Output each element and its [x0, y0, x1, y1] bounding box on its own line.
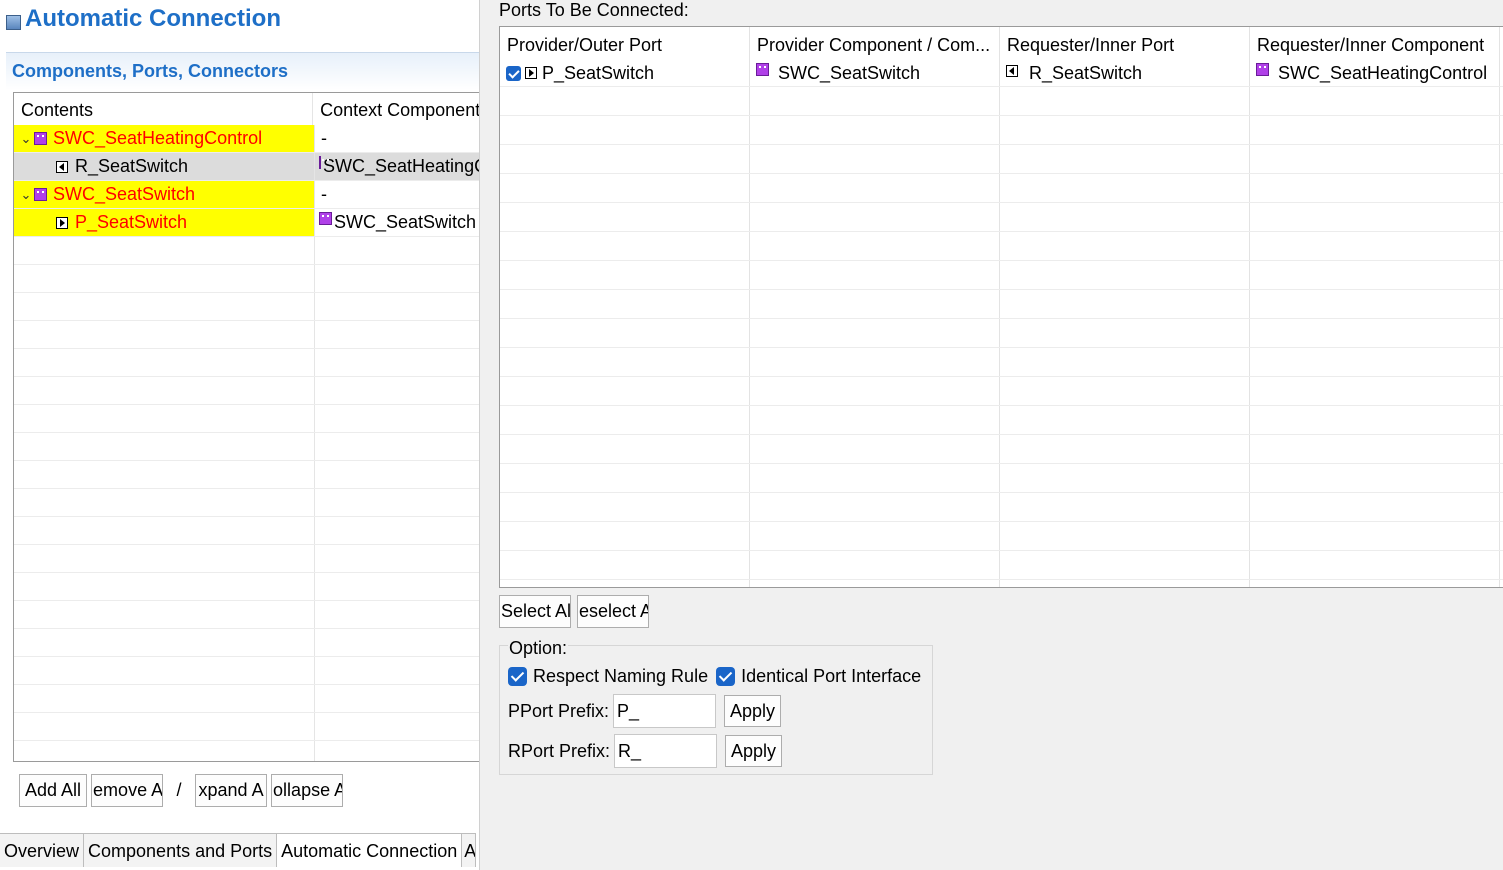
editor-title: Automatic Connection	[6, 4, 281, 34]
component-icon	[319, 156, 329, 169]
rport-prefix-row: RPort Prefix: Apply	[508, 734, 783, 768]
column-header-provider-port[interactable]: Provider/Outer Port	[500, 27, 750, 59]
tab-automatic-connection[interactable]: Automatic Connection	[277, 834, 463, 867]
connection-icon	[6, 14, 21, 30]
editor-title-text: Automatic Connection	[25, 5, 281, 32]
deselect-all-button[interactable]: eselect A	[577, 595, 649, 628]
tab-overview[interactable]: Overview	[0, 834, 85, 867]
pport-prefix-label: PPort Prefix:	[508, 700, 610, 721]
section-header[interactable]: Components, Ports, Connectors	[6, 52, 479, 90]
pport-prefix-input[interactable]	[613, 694, 717, 728]
tree-row[interactable]: ⌄ SWC_SeatSwitch -	[14, 181, 479, 209]
select-buttons: Select Al eselect A	[499, 595, 649, 628]
requester-port-cell: R_SeatSwitch	[1029, 62, 1143, 83]
auto-connect-dialog: Ports To Be Connected: Provider/Outer Po…	[479, 0, 1503, 870]
add-all-button[interactable]: Add All	[19, 773, 88, 807]
identical-port-interface-label[interactable]: Identical Port Interface	[741, 666, 921, 687]
tree-row[interactable]: ⌄ SWC_SeatHeatingControl -	[14, 125, 479, 153]
respect-naming-rule-checkbox[interactable]	[508, 667, 527, 686]
tree-row-label: P_SeatSwitch	[75, 212, 188, 232]
apply-pport-prefix-button[interactable]: Apply	[724, 695, 782, 727]
chevron-down-icon[interactable]: ⌄	[18, 187, 34, 203]
tree-row-label: SWC_SeatHeatingControl	[53, 128, 263, 148]
require-port-icon	[1006, 65, 1018, 77]
components-tree[interactable]: Contents Context Component ⌄ SWC_SeatHea…	[13, 92, 479, 762]
editor-tabs: Overview Components and Ports Automatic …	[0, 833, 477, 867]
section-header-text: Components, Ports, Connectors	[12, 61, 289, 81]
expand-all-button[interactable]: xpand A	[195, 773, 268, 807]
chevron-down-icon[interactable]: ⌄	[18, 131, 34, 147]
tree-row[interactable]: P_SeatSwitch SWC_SeatSwitch	[14, 209, 479, 237]
button-separator: /	[176, 779, 182, 800]
tree-row[interactable]: R_SeatSwitch SWC_SeatHeatingControl	[14, 153, 479, 181]
identical-port-interface-checkbox[interactable]	[716, 667, 736, 686]
pport-prefix-row: PPort Prefix: Apply	[508, 694, 782, 728]
rport-prefix-input[interactable]	[614, 734, 718, 768]
column-header-context-component[interactable]: Context Component	[313, 93, 479, 125]
ports-table[interactable]: Provider/Outer Port Provider Component /…	[499, 26, 1503, 588]
provider-port-cell: P_SeatSwitch	[542, 62, 655, 83]
tab-overflow[interactable]: A	[462, 834, 477, 867]
tree-row-context: -	[321, 184, 327, 204]
tree-buttons: Add All emove A / xpand A ollapse A	[19, 773, 344, 807]
option-checkboxes: Respect Naming Rule Identical Port Inter…	[508, 666, 921, 687]
column-header-requester-component[interactable]: Requester/Inner Component	[1250, 27, 1500, 59]
provider-component-cell: SWC_SeatSwitch	[778, 62, 921, 83]
option-group: Option: Respect Naming Rule Identical Po…	[499, 638, 933, 775]
row-checkbox[interactable]	[506, 65, 521, 81]
tree-row-label: SWC_SeatSwitch	[53, 184, 196, 204]
component-icon	[34, 132, 47, 145]
component-icon	[319, 212, 332, 225]
ports-to-be-connected-label: Ports To Be Connected:	[499, 0, 689, 20]
component-icon	[34, 188, 47, 201]
require-port-icon	[56, 160, 68, 173]
respect-naming-rule-label[interactable]: Respect Naming Rule	[533, 666, 708, 687]
column-header-contents[interactable]: Contents	[14, 93, 314, 125]
tree-row-label: R_SeatSwitch	[75, 156, 189, 176]
ports-table-header: Provider/Outer Port Provider Component /…	[500, 27, 1503, 59]
requester-component-cell: SWC_SeatHeatingControl	[1278, 62, 1488, 83]
component-icon	[756, 62, 769, 76]
tree-row-context: SWC_SeatSwitch	[334, 212, 477, 232]
column-header-requester-port[interactable]: Requester/Inner Port	[1000, 27, 1250, 59]
apply-rport-prefix-button[interactable]: Apply	[725, 735, 783, 767]
column-header-provider-component[interactable]: Provider Component / Com...	[750, 27, 1000, 59]
select-all-button[interactable]: Select Al	[499, 595, 571, 628]
remove-all-button[interactable]: emove A	[91, 773, 164, 807]
provide-port-icon	[525, 67, 537, 79]
provide-port-icon	[56, 216, 68, 229]
tree-header: Contents Context Component	[14, 93, 479, 125]
tree-row-context: -	[321, 128, 327, 148]
collapse-all-button[interactable]: ollapse A	[271, 773, 344, 807]
component-icon	[1256, 62, 1269, 76]
rport-prefix-label: RPort Prefix:	[508, 740, 611, 761]
table-row[interactable]: P_SeatSwitch SWC_SeatSwitch R_SeatSwitch…	[500, 59, 1503, 87]
tree-row-context: SWC_SeatHeatingControl	[323, 156, 479, 176]
editor-pane: Automatic Connection Components, Ports, …	[0, 0, 479, 870]
tab-components-and-ports[interactable]: Components and Ports	[84, 834, 278, 867]
option-legend: Option:	[508, 638, 569, 659]
